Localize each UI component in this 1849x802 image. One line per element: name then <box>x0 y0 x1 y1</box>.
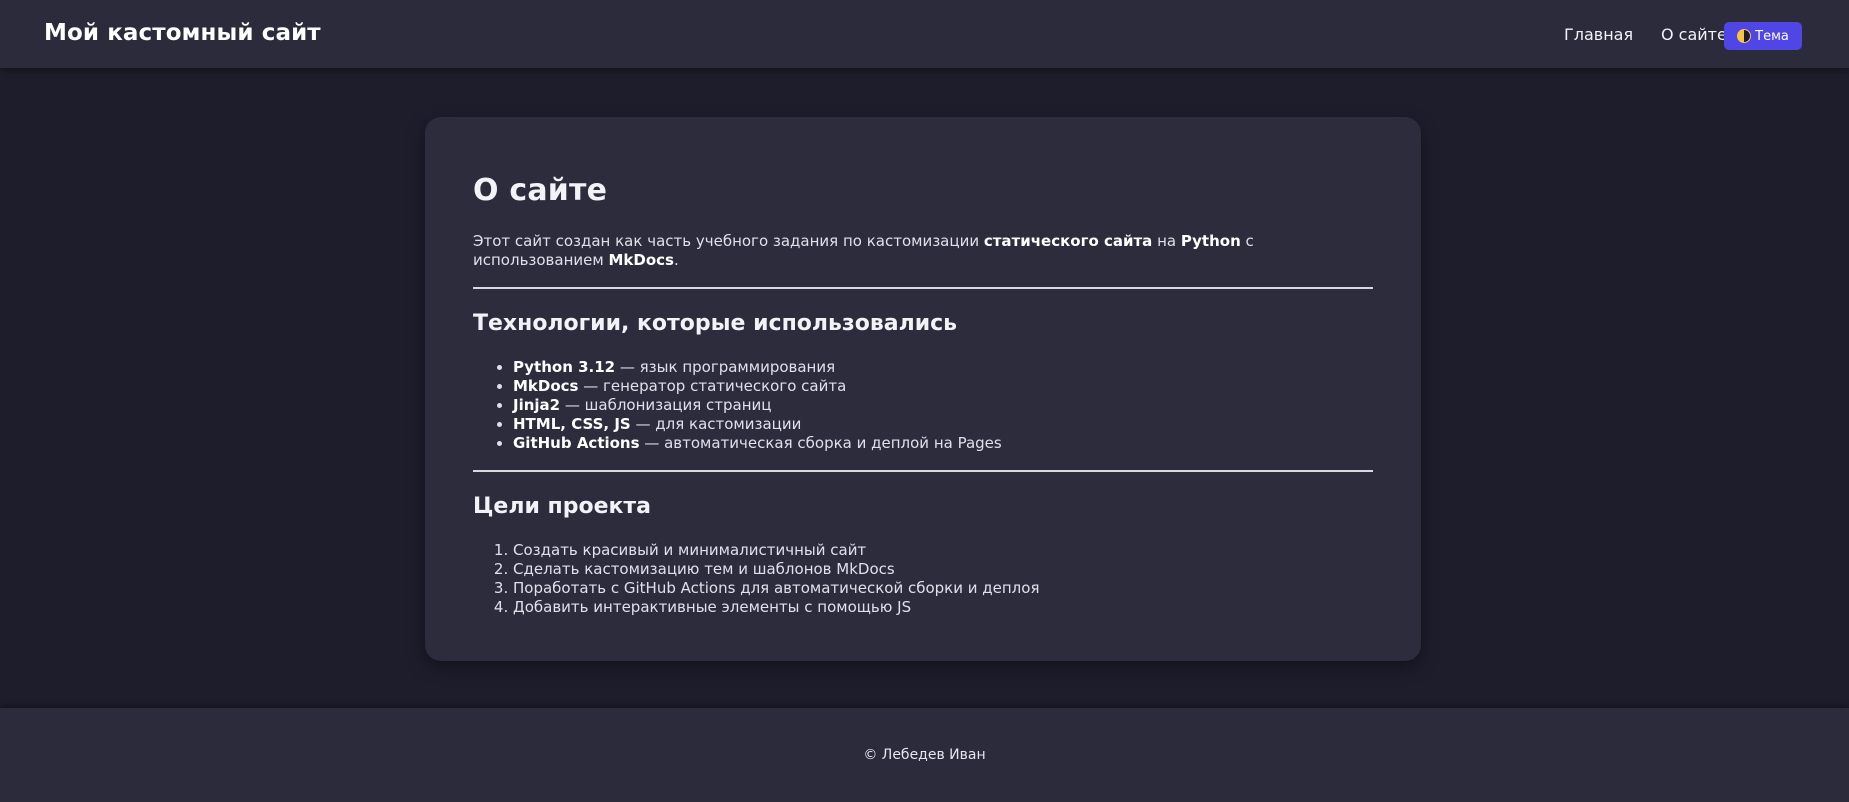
tech-name: GitHub Actions <box>513 434 640 452</box>
divider <box>473 470 1373 472</box>
theme-button-label: Тема <box>1755 28 1789 44</box>
site-title[interactable]: Мой кастомный сайт <box>44 20 321 46</box>
list-item: HTML, CSS, JS — для кастомизации <box>513 415 1373 434</box>
tech-name: Jinja2 <box>513 396 561 414</box>
intro-text-2: на <box>1152 232 1181 250</box>
list-item: Создать красивый и минималистичный сайт <box>513 541 1373 560</box>
intro-bold-mkdocs: MkDocs <box>608 251 674 269</box>
copyright: © Лебедев Иван <box>863 747 986 763</box>
goals-list: Создать красивый и минималистичный сайт … <box>473 541 1373 617</box>
list-item: Python 3.12 — язык программирования <box>513 358 1373 377</box>
tech-desc: — автоматическая сборка и деплой на Page… <box>639 434 1002 452</box>
intro-text-1: Этот сайт создан как часть учебного зада… <box>473 232 984 250</box>
nav-link-about[interactable]: О сайте <box>1661 25 1727 44</box>
tech-heading: Технологии, которые использовались <box>473 311 958 336</box>
tech-name: MkDocs <box>513 377 579 395</box>
intro-bold-python: Python <box>1180 232 1241 250</box>
list-item: Jinja2 — шаблонизация страниц <box>513 396 1373 415</box>
content-card: О сайте Этот сайт создан как часть учебн… <box>425 117 1421 661</box>
tech-name: Python 3.12 <box>513 358 616 376</box>
intro-bold-static-site: статического сайта <box>983 232 1153 250</box>
intro-text-4: . <box>673 251 679 269</box>
half-moon-icon <box>1737 29 1752 43</box>
nav-link-home[interactable]: Главная <box>1564 25 1633 44</box>
list-item: MkDocs — генератор статического сайта <box>513 377 1373 396</box>
list-item: GitHub Actions — автоматическая сборка и… <box>513 434 1373 453</box>
tech-desc: — шаблонизация страниц <box>560 396 772 414</box>
tech-desc: — генератор статического сайта <box>578 377 847 395</box>
top-navbar: Мой кастомный сайт Главная О сайте Тема <box>0 0 1849 69</box>
list-item: Добавить интерактивные элементы с помощь… <box>513 598 1373 617</box>
list-item: Поработать с GitHub Actions для автомати… <box>513 579 1373 598</box>
page-title: О сайте <box>473 173 608 208</box>
divider <box>473 287 1373 289</box>
site-footer: © Лебедев Иван <box>0 707 1849 802</box>
tech-desc: — для кастомизации <box>630 415 802 433</box>
intro-paragraph: Этот сайт создан как часть учебного зада… <box>473 232 1373 270</box>
goals-heading: Цели проекта <box>473 494 652 519</box>
tech-name: HTML, CSS, JS <box>513 415 631 433</box>
tech-desc: — язык программирования <box>615 358 836 376</box>
list-item: Сделать кастомизацию тем и шаблонов MkDo… <box>513 560 1373 579</box>
tech-list: Python 3.12 — язык программирования MkDo… <box>473 358 1373 453</box>
theme-toggle-button[interactable]: Тема <box>1724 22 1802 50</box>
